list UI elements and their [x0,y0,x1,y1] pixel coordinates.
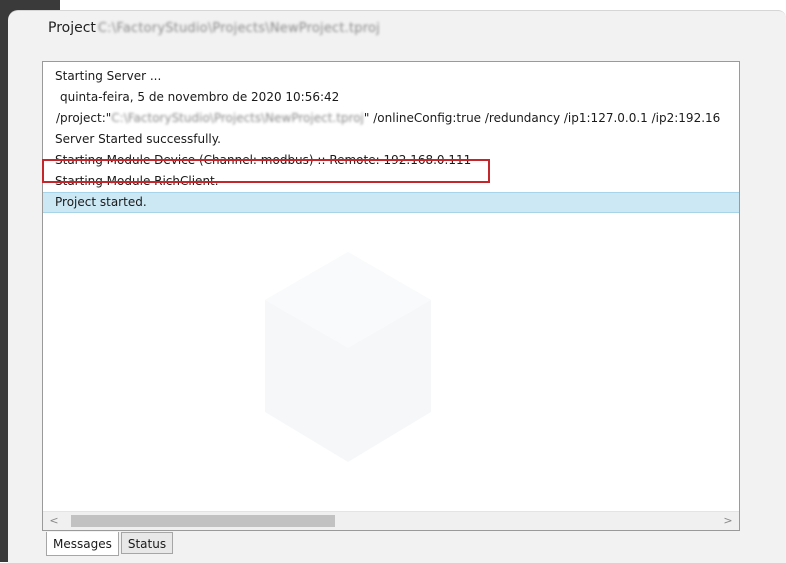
window-title: Project C:\FactoryStudio\Projects\NewPro… [48,20,380,42]
log-line-project-args[interactable]: /project:"C:\FactoryStudio\Projects\NewP… [43,108,739,129]
bottom-tabs: Messages Status [46,532,174,556]
log-line-project-path: C:\FactoryStudio\Projects\NewProject.tpr… [111,111,364,125]
scroll-right-arrow-icon[interactable]: > [721,513,735,529]
log-line-project-started[interactable]: Project started. [43,192,739,213]
cube-watermark-icon [265,252,431,462]
log-line-text: quinta-feira, 5 de novembro de 2020 10:5… [60,90,340,104]
log-line-text: Starting Module Device (Channel: modbus)… [55,153,472,167]
horizontal-scrollbar[interactable]: < > [43,511,739,530]
log-line-text: Starting Server ... [55,69,162,83]
log-line-text: Server Started successfully. [55,132,221,146]
messages-panel[interactable]: Starting Server ... quinta-feira, 5 de n… [42,61,740,531]
title-label: Project [48,20,96,36]
scrollbar-thumb[interactable] [71,515,335,527]
tab-status[interactable]: Status [120,532,174,554]
message-log: Starting Server ... quinta-feira, 5 de n… [43,66,739,213]
title-project-path: C:\FactoryStudio\Projects\NewProject.tpr… [97,21,380,36]
log-line-module-device[interactable]: Starting Module Device (Channel: modbus)… [43,150,739,171]
scroll-left-arrow-icon[interactable]: < [47,513,61,529]
log-line-text: Project started. [55,195,147,209]
log-line-prefix: /project:" [56,111,112,125]
log-line-module-richclient[interactable]: Starting Module RichClient. [43,171,739,192]
log-line-server-started[interactable]: Server Started successfully. [43,129,739,150]
log-line-timestamp[interactable]: quinta-feira, 5 de novembro de 2020 10:5… [43,87,739,108]
log-line-suffix: " /onlineConfig:true /redundancy /ip1:12… [363,111,721,125]
tab-messages[interactable]: Messages [46,532,119,556]
log-line-starting-server[interactable]: Starting Server ... [43,66,739,87]
log-line-text: Starting Module RichClient. [55,174,219,188]
